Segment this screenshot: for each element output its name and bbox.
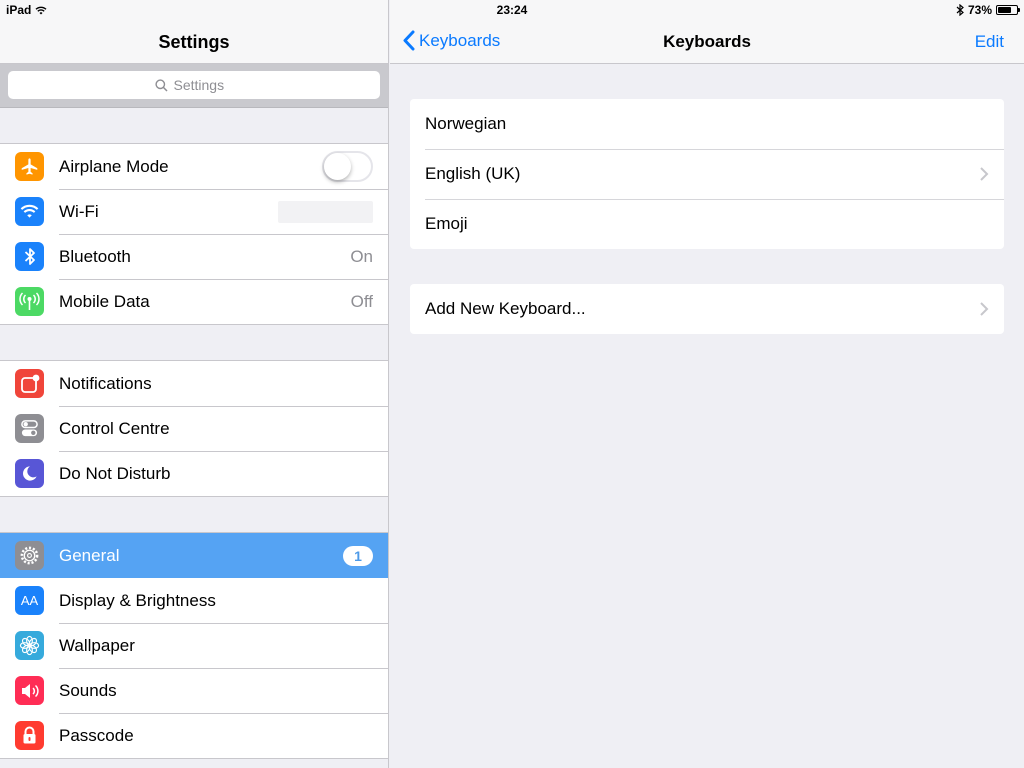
sidebar-item-sounds[interactable]: Sounds	[0, 668, 388, 713]
sidebar-item-do-not-disturb[interactable]: Do Not Disturb	[0, 451, 388, 496]
search-bar	[0, 64, 388, 108]
sidebar-item-label: Airplane Mode	[59, 156, 169, 176]
sidebar-item-label: Notifications	[59, 373, 152, 393]
add-new-keyboard-row[interactable]: Add New Keyboard...	[410, 284, 1004, 334]
chevron-right-icon	[980, 167, 989, 181]
sidebar-item-label: Wi-Fi	[59, 201, 99, 221]
add-new-keyboard-label: Add New Keyboard...	[425, 299, 586, 318]
edit-button[interactable]: Edit	[975, 32, 1004, 52]
bluetooth-icon	[15, 242, 44, 271]
sidebar-item-wallpaper[interactable]: Wallpaper	[0, 623, 388, 668]
cellular-icon	[15, 287, 44, 316]
settings-group: General 1 AA Display & Brightness Wallpaper S…	[0, 532, 388, 759]
sidebar-item-display-and-brightness[interactable]: AA Display & Brightness	[0, 578, 388, 623]
page-title: Keyboards	[663, 32, 751, 51]
add-keyboard-group: Add New Keyboard...	[410, 284, 1004, 334]
sidebar-item-control-centre[interactable]: Control Centre	[0, 406, 388, 451]
search-field[interactable]	[8, 71, 380, 99]
airplane-icon	[15, 152, 44, 181]
sidebar-item-bluetooth[interactable]: Bluetooth On	[0, 234, 388, 279]
sidebar-item-label: General	[59, 545, 120, 565]
toggle-knob	[324, 153, 351, 180]
sidebar-item-label: Sounds	[59, 680, 117, 700]
airplane-mode-toggle[interactable]	[322, 151, 373, 182]
wifi-network-redacted	[278, 200, 373, 223]
sidebar-item-label: Control Centre	[59, 418, 170, 438]
settings-group: Airplane Mode Wi-Fi Bluetooth On Mobile Data…	[0, 143, 388, 325]
keyboard-label: English (UK)	[425, 164, 521, 183]
display-icon-text: AA	[20, 593, 39, 608]
speaker-icon	[15, 676, 44, 705]
bluetooth-status-icon	[956, 4, 964, 16]
sidebar-item-label: Do Not Disturb	[59, 463, 171, 483]
sidebar-item-passcode[interactable]: Passcode	[0, 713, 388, 758]
sidebar-item-value: Off	[350, 291, 373, 311]
settings-groups: Airplane Mode Wi-Fi Bluetooth On Mobile Data…	[0, 108, 388, 759]
status-bar: iPad 23:24 73%	[0, 0, 1024, 20]
settings-sidebar: Settings Airplane Mode Wi-Fi Bluetooth On Mo…	[0, 0, 389, 768]
sidebar-item-wi-fi[interactable]: Wi-Fi	[0, 189, 388, 234]
keyboard-label: Norwegian	[425, 114, 507, 133]
clock: 23:24	[496, 3, 528, 17]
chevron-right-icon	[980, 302, 989, 316]
sidebar-item-label: Bluetooth	[59, 246, 131, 266]
sidebar-title: Settings	[158, 32, 230, 52]
sidebar-item-airplane-mode[interactable]: Airplane Mode	[0, 144, 388, 189]
battery-level	[998, 7, 1012, 13]
control-centre-icon	[15, 414, 44, 443]
display-icon: AA	[15, 586, 44, 615]
update-badge: 1	[343, 545, 373, 566]
keyboard-row[interactable]: Emoji	[410, 199, 1004, 249]
sidebar-item-value: On	[350, 246, 373, 266]
sidebar-item-label: Display & Brightness	[59, 590, 216, 610]
keyboard-label: Emoji	[425, 214, 468, 233]
keyboard-row[interactable]: English (UK)	[410, 149, 1004, 199]
sidebar-item-mobile-data[interactable]: Mobile Data Off	[0, 279, 388, 324]
moon-icon	[15, 459, 44, 488]
sidebar-item-label: Passcode	[59, 725, 134, 745]
wifi-icon	[15, 197, 44, 226]
keyboards-detail: Keyboards Keyboards Edit Norwegian Englis…	[390, 0, 1024, 768]
sidebar-item-label: Mobile Data	[59, 291, 150, 311]
keyboards-list: Norwegian English (UK) Emoji	[410, 99, 1004, 249]
sidebar-item-notifications[interactable]: Notifications	[0, 361, 388, 406]
battery-icon	[996, 5, 1020, 15]
sidebar-item-general[interactable]: General 1	[0, 533, 388, 578]
search-icon	[154, 78, 168, 92]
sidebar-item-label: Wallpaper	[59, 635, 135, 655]
settings-group: Notifications Control Centre Do Not Distur…	[0, 360, 388, 497]
search-input[interactable]	[173, 77, 234, 93]
gear-icon	[15, 541, 44, 570]
wallpaper-icon	[15, 631, 44, 660]
notifications-icon	[15, 369, 44, 398]
keyboard-row[interactable]: Norwegian	[410, 99, 1004, 149]
lock-icon	[15, 721, 44, 750]
battery-percent: 73%	[967, 3, 992, 17]
